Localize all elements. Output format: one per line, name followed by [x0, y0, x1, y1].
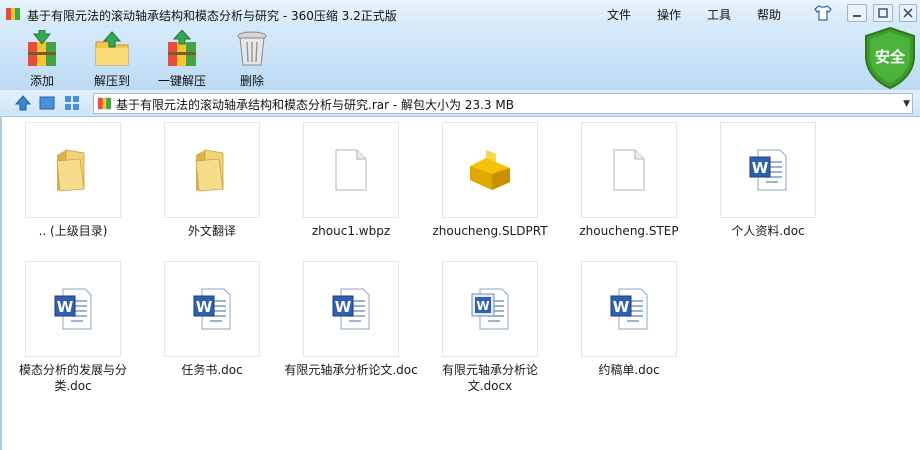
toolbar: 添加 解压到 一键解压 删除 — [0, 28, 920, 90]
file-item[interactable]: zhoucheng.STEP — [560, 122, 698, 239]
delete-label: 删除 — [239, 74, 264, 88]
address-bar: 基于有限元法的滚动轴承结构和模态分析与研究.rar - 解包大小为 23.3 M… — [0, 90, 920, 117]
folder-icon — [56, 149, 85, 192]
add-label: 添加 — [29, 74, 54, 88]
file-tile: W — [581, 261, 677, 357]
file-tile: W — [25, 261, 121, 357]
solidworks-part-icon — [470, 150, 510, 190]
close-button[interactable] — [899, 4, 917, 22]
skin-shirt-icon[interactable] — [814, 5, 832, 21]
minimize-icon — [853, 15, 861, 17]
blank-file-icon — [335, 149, 367, 191]
word-doc-icon: W — [610, 288, 648, 330]
large-icon-view-icon[interactable] — [38, 94, 56, 112]
blank-file-icon — [613, 149, 645, 191]
close-icon — [903, 8, 913, 18]
one-click-extract-button[interactable]: 一键解压 — [144, 30, 220, 88]
file-tile: W — [720, 122, 816, 218]
file-tile — [303, 122, 399, 218]
one-click-extract-label: 一键解压 — [157, 74, 206, 88]
file-name: 外文翻译 — [187, 224, 236, 238]
one-click-extract-icon — [168, 30, 196, 66]
folder-icon — [195, 149, 224, 192]
svg-text:W: W — [476, 299, 489, 313]
extract-to-label: 解压到 — [93, 74, 130, 88]
file-tile: W — [303, 261, 399, 357]
window-title: 基于有限元法的滚动轴承结构和模态分析与研究 - 360压缩 3.2正式版 — [27, 9, 397, 23]
minimize-button[interactable] — [847, 4, 867, 22]
file-item[interactable]: W 有限元轴承分析论文.doc — [282, 261, 420, 378]
file-name: 个人资料.doc — [731, 224, 805, 238]
file-name: 有限元轴承分析论文.doc — [284, 363, 418, 377]
file-tile — [581, 122, 677, 218]
file-tile: W — [442, 261, 538, 357]
add-button[interactable]: 添加 — [4, 30, 80, 88]
maximize-icon — [878, 8, 888, 18]
file-tile: W — [164, 261, 260, 357]
maximize-button[interactable] — [873, 4, 893, 22]
extract-to-button[interactable]: 解压到 — [74, 30, 150, 88]
small-icon-view-icon[interactable] — [63, 94, 81, 112]
address-path: 基于有限元法的滚动轴承结构和模态分析与研究.rar - 解包大小为 23.3 M… — [116, 98, 514, 112]
file-tile — [442, 122, 538, 218]
security-shield-icon: 安全 — [865, 26, 915, 90]
pane-border — [0, 117, 2, 450]
svg-text:W: W — [752, 159, 769, 177]
word-doc-icon: W — [749, 149, 787, 191]
file-item[interactable]: W 模态分析的发展与分类.doc — [4, 261, 142, 394]
file-item[interactable]: zhouc1.wbpz — [282, 122, 420, 239]
file-name: zhoucheng.SLDPRT — [432, 224, 548, 238]
file-tile — [164, 122, 260, 218]
menu-file[interactable]: 文件 — [607, 6, 631, 23]
file-name: 有限元轴承分析论文.docx — [441, 363, 538, 393]
svg-text:W: W — [335, 298, 352, 316]
word-docx-icon: W — [471, 288, 509, 330]
menu-help[interactable]: 帮助 — [757, 6, 781, 23]
file-name: zhoucheng.STEP — [579, 224, 679, 238]
archive-file-icon — [97, 97, 112, 110]
svg-text:W: W — [196, 298, 213, 316]
word-doc-icon: W — [54, 288, 92, 330]
file-item[interactable]: W 任务书.doc — [143, 261, 281, 378]
svg-text:W: W — [57, 298, 74, 316]
file-name: 约稿单.doc — [598, 363, 660, 377]
file-tile — [25, 122, 121, 218]
security-badge[interactable]: 安全 — [862, 26, 918, 90]
file-item[interactable]: .. (上级目录) — [4, 122, 142, 239]
menu-tools[interactable]: 工具 — [707, 6, 731, 23]
word-doc-icon: W — [193, 288, 231, 330]
menu-operation[interactable]: 操作 — [657, 6, 681, 23]
title-bar: 基于有限元法的滚动轴承结构和模态分析与研究 - 360压缩 3.2正式版 文件 … — [0, 0, 920, 28]
up-arrow-icon[interactable] — [14, 94, 32, 112]
file-item[interactable]: zhoucheng.SLDPRT — [421, 122, 559, 239]
trash-can-icon — [237, 31, 267, 66]
word-doc-icon: W — [332, 288, 370, 330]
file-name: 任务书.doc — [181, 363, 243, 377]
file-name: zhouc1.wbpz — [311, 224, 391, 238]
file-item[interactable]: W 约稿单.doc — [560, 261, 698, 378]
file-name: 模态分析的发展与分类.doc — [18, 363, 127, 393]
delete-button[interactable]: 删除 — [214, 30, 290, 88]
security-badge-label: 安全 — [875, 48, 906, 66]
extract-to-folder-icon — [95, 31, 129, 66]
svg-text:W: W — [613, 298, 630, 316]
file-name: .. (上级目录) — [38, 224, 108, 238]
add-archive-icon — [28, 30, 56, 66]
file-item[interactable]: 外文翻译 — [143, 122, 281, 239]
address-field[interactable]: 基于有限元法的滚动轴承结构和模态分析与研究.rar - 解包大小为 23.3 M… — [93, 93, 913, 114]
address-dropdown-icon[interactable]: ▼ — [903, 99, 910, 109]
archive-app-icon — [6, 8, 20, 20]
file-item[interactable]: W 个人资料.doc — [699, 122, 837, 239]
file-item[interactable]: W 有限元轴承分析论文.docx — [421, 261, 559, 394]
